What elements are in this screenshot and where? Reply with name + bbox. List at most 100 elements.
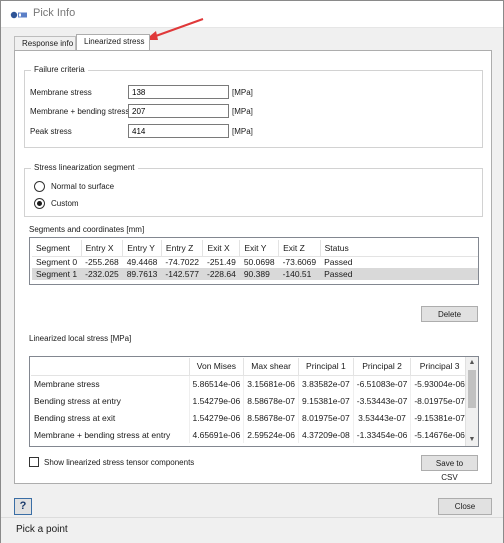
annotation-arrow-icon — [145, 18, 204, 40]
table-cell: 5.86514e-06 — [189, 375, 245, 392]
table-cell: 9.15381e-07 — [298, 392, 354, 409]
table-cell: 3.53443e-07 — [353, 409, 412, 426]
table-cell: Membrane stress — [31, 375, 190, 392]
table-cell: Passed — [324, 257, 353, 268]
column-header[interactable]: Principal 1 — [298, 358, 354, 376]
table-cell: 2.59524e-06 — [243, 426, 299, 443]
table-cell: 90.389 — [239, 268, 279, 280]
peak-stress-unit: [MPa] — [232, 127, 253, 136]
column-header[interactable]: Exit Z — [278, 240, 321, 257]
table-cell: 50.0698 — [243, 257, 275, 268]
table-cell: 1.54279e-06 — [189, 409, 245, 426]
title-bar: Pick Info — [1, 1, 503, 28]
column-header[interactable]: Entry X — [81, 240, 124, 257]
table-cell: -3.53443e-07 — [353, 392, 412, 409]
table-cell: Bending stress at entry — [31, 392, 190, 409]
tab-response-info[interactable]: Response info — [14, 36, 76, 51]
table-row[interactable]: Membrane stress 5.86514e-06 3.15681e-06 … — [31, 375, 469, 392]
table-cell: 4.37209e-08 — [298, 426, 354, 443]
column-header[interactable]: Entry Z — [161, 240, 204, 257]
table-cell: -5.93004e-06 — [410, 375, 469, 392]
membrane-stress-label: Membrane stress — [30, 88, 92, 97]
membrane-bending-stress-unit: [MPa] — [232, 107, 253, 116]
table-cell: -255.268 — [85, 257, 119, 268]
table-row[interactable]: Membrane + bending stress at entry 4.656… — [31, 426, 469, 443]
segments-header-row: Segment Entry X Entry Y Entry Z Exit X E… — [32, 240, 478, 257]
membrane-bending-stress-field[interactable] — [128, 104, 229, 118]
linearized-stress-panel: Failure criteria Membrane stress [MPa] M… — [14, 50, 492, 484]
peak-stress-field[interactable] — [128, 124, 229, 138]
column-header[interactable]: Segment — [32, 240, 82, 257]
table-cell: -140.51 — [278, 268, 321, 280]
stress-header-row: Von Mises Max shear Principal 1 Principa… — [31, 358, 469, 376]
normal-to-surface-radio[interactable] — [34, 181, 45, 192]
save-to-csv-button[interactable]: Save to CSV — [421, 455, 478, 482]
table-row[interactable]: Segment 0 -255.268 49.4468 -74.7022 -251… — [32, 256, 478, 268]
table-cell: Membrane + bending stress at entry — [31, 426, 190, 443]
column-header[interactable]: Principal 3 — [410, 358, 469, 376]
segments-table[interactable]: Segment Entry X Entry Y Entry Z Exit X E… — [29, 237, 479, 285]
table-cell: 49.4468 — [126, 257, 158, 268]
table-cell: 89.7613 — [122, 268, 162, 280]
table-cell: -74.7022 — [165, 257, 199, 268]
membrane-bending-stress-label: Membrane + bending stress — [30, 107, 130, 116]
column-header[interactable]: Entry Y — [122, 240, 162, 257]
table-cell: 3.15681e-06 — [243, 375, 299, 392]
status-bar: Pick a point — [1, 517, 503, 543]
column-header[interactable]: Max shear — [243, 358, 299, 376]
membrane-stress-field[interactable] — [128, 85, 229, 99]
table-cell: -251.49 — [206, 257, 236, 268]
table-cell: 3.83582e-07 — [298, 375, 354, 392]
table-cell: Segment 0 — [36, 257, 78, 268]
table-cell: Passed — [320, 268, 478, 280]
table-cell: -5.14676e-06 — [410, 426, 469, 443]
window-title: Pick Info — [33, 7, 76, 19]
show-components-label: Show linearized stress tensor components — [44, 458, 195, 467]
column-header[interactable]: Von Mises — [189, 358, 245, 376]
column-header[interactable]: Principal 2 — [353, 358, 412, 376]
failure-criteria-group: Failure criteria Membrane stress [MPa] M… — [24, 65, 483, 148]
column-header[interactable]: Status — [320, 240, 478, 257]
linearized-stress-table[interactable]: Von Mises Max shear Principal 1 Principa… — [29, 356, 479, 447]
table-cell: 8.01975e-07 — [298, 409, 354, 426]
peak-stress-label: Peak stress — [30, 127, 72, 136]
table-cell: -73.6069 — [282, 257, 317, 268]
stress-table-scrollbar[interactable]: ▲ ▼ — [465, 357, 478, 446]
table-cell: -142.577 — [161, 268, 203, 280]
scroll-down-icon[interactable]: ▼ — [468, 436, 476, 444]
help-button[interactable]: ? — [14, 498, 32, 515]
scroll-thumb[interactable] — [468, 370, 476, 408]
table-cell: -1.33454e-06 — [353, 426, 412, 443]
help-icon: ? — [19, 500, 27, 512]
delete-button[interactable]: Delete — [421, 306, 478, 322]
table-cell: 8.58678e-07 — [243, 409, 299, 426]
normal-to-surface-label: Normal to surface — [51, 182, 115, 191]
table-cell: -228.64 — [202, 268, 240, 280]
column-header[interactable]: Exit Y — [239, 240, 280, 257]
linearization-segment-group: Stress linearization segment Normal to s… — [24, 163, 483, 217]
table-cell: Segment 1 — [32, 268, 82, 280]
table-cell: 4.65691e-06 — [189, 426, 245, 443]
show-components-checkbox[interactable] — [29, 457, 39, 467]
table-row[interactable]: Bending stress at entry 1.54279e-06 8.58… — [31, 392, 469, 409]
app-icon — [10, 11, 27, 19]
scroll-up-icon[interactable]: ▲ — [468, 359, 476, 367]
table-cell: -6.51083e-07 — [353, 375, 412, 392]
column-header — [31, 358, 190, 376]
status-text: Pick a point — [16, 524, 68, 535]
close-button[interactable]: Close — [438, 498, 492, 515]
table-row[interactable]: Bending stress at exit 1.54279e-06 8.586… — [31, 409, 469, 426]
linearization-segment-title: Stress linearization segment — [31, 163, 138, 172]
custom-radio[interactable] — [34, 198, 45, 209]
table-row-selected[interactable]: Segment 1 -232.025 89.7613 -142.577 -228… — [32, 268, 478, 280]
custom-label: Custom — [51, 199, 79, 208]
table-cell: 8.58678e-07 — [243, 392, 299, 409]
table-cell: Bending stress at exit — [31, 409, 190, 426]
column-header[interactable]: Exit X — [202, 240, 241, 257]
segments-title: Segments and coordinates [mm] — [29, 225, 145, 234]
pick-info-window: Pick Info Response info Linearized stres… — [0, 0, 504, 543]
membrane-stress-unit: [MPa] — [232, 88, 253, 97]
table-cell: -9.15381e-07 — [410, 409, 469, 426]
linearized-stress-title: Linearized local stress [MPa] — [29, 334, 132, 343]
failure-criteria-title: Failure criteria — [31, 65, 88, 74]
